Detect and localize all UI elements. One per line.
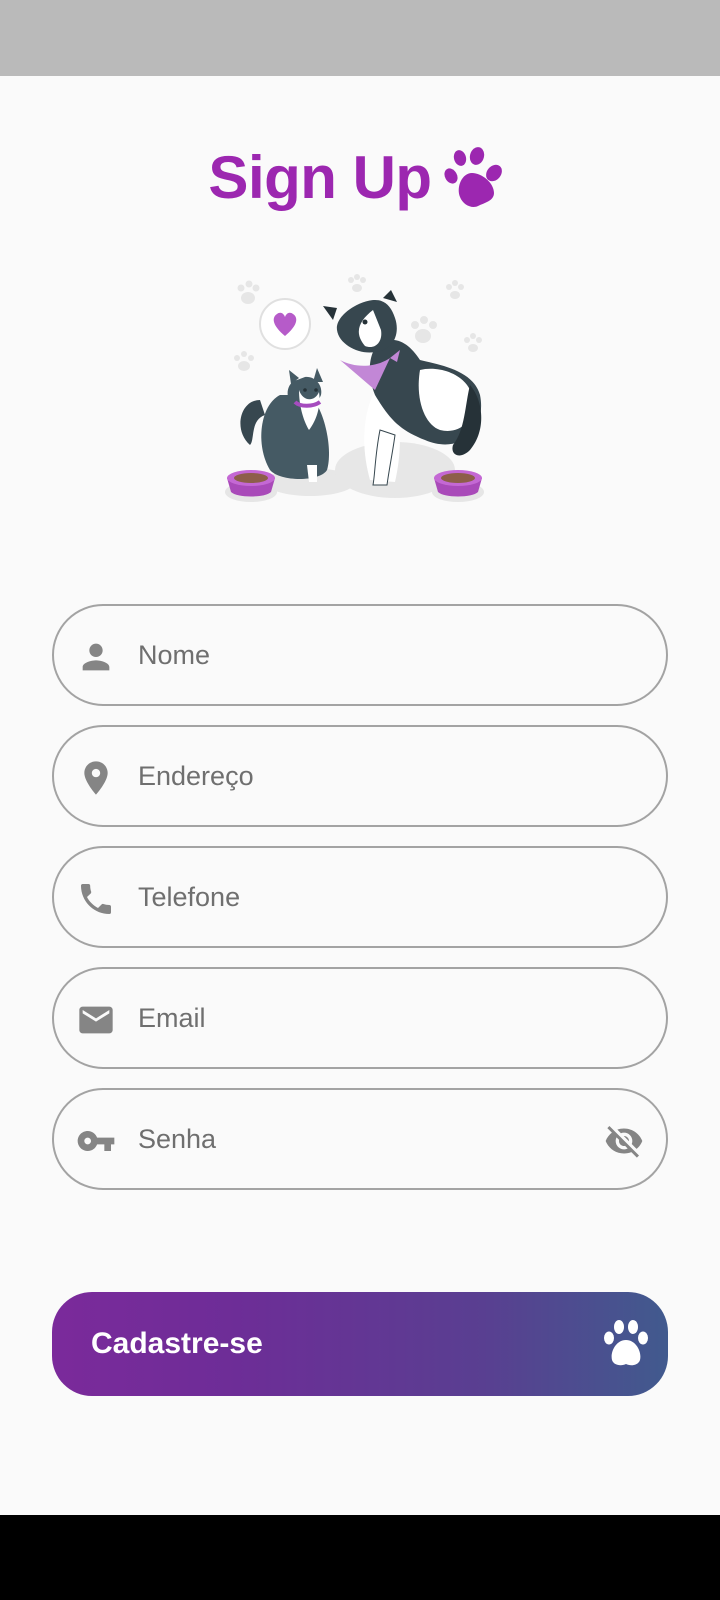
page-title: Sign Up <box>208 144 432 211</box>
address-placeholder: Endereço <box>138 761 254 791</box>
name-field[interactable]: Nome <box>52 604 668 706</box>
phone-field[interactable]: Telefone <box>52 846 668 948</box>
location-pin-icon <box>84 761 108 795</box>
paw-icon <box>604 1320 648 1366</box>
person-icon <box>82 643 110 671</box>
status-bar <box>0 0 720 76</box>
navigation-bar <box>0 1515 720 1600</box>
name-placeholder: Nome <box>138 640 211 670</box>
email-field[interactable]: Email <box>52 967 668 1069</box>
title-row: Sign Up <box>0 138 720 218</box>
signup-button-label: Cadastre-se <box>91 1327 263 1360</box>
visibility-off-icon[interactable] <box>604 1121 644 1161</box>
phone-icon <box>81 884 111 914</box>
dog-and-cat-illustration <box>225 274 484 502</box>
password-placeholder: Senha <box>138 1124 217 1154</box>
address-field[interactable]: Endereço <box>52 725 668 827</box>
email-placeholder: Email <box>138 1003 206 1033</box>
password-field[interactable]: Senha <box>52 1088 668 1190</box>
paw-icon <box>444 147 502 207</box>
key-icon <box>77 1131 115 1151</box>
signup-button[interactable]: Cadastre-se <box>52 1292 668 1396</box>
phone-placeholder: Telefone <box>138 882 241 912</box>
mail-icon <box>79 1006 113 1034</box>
